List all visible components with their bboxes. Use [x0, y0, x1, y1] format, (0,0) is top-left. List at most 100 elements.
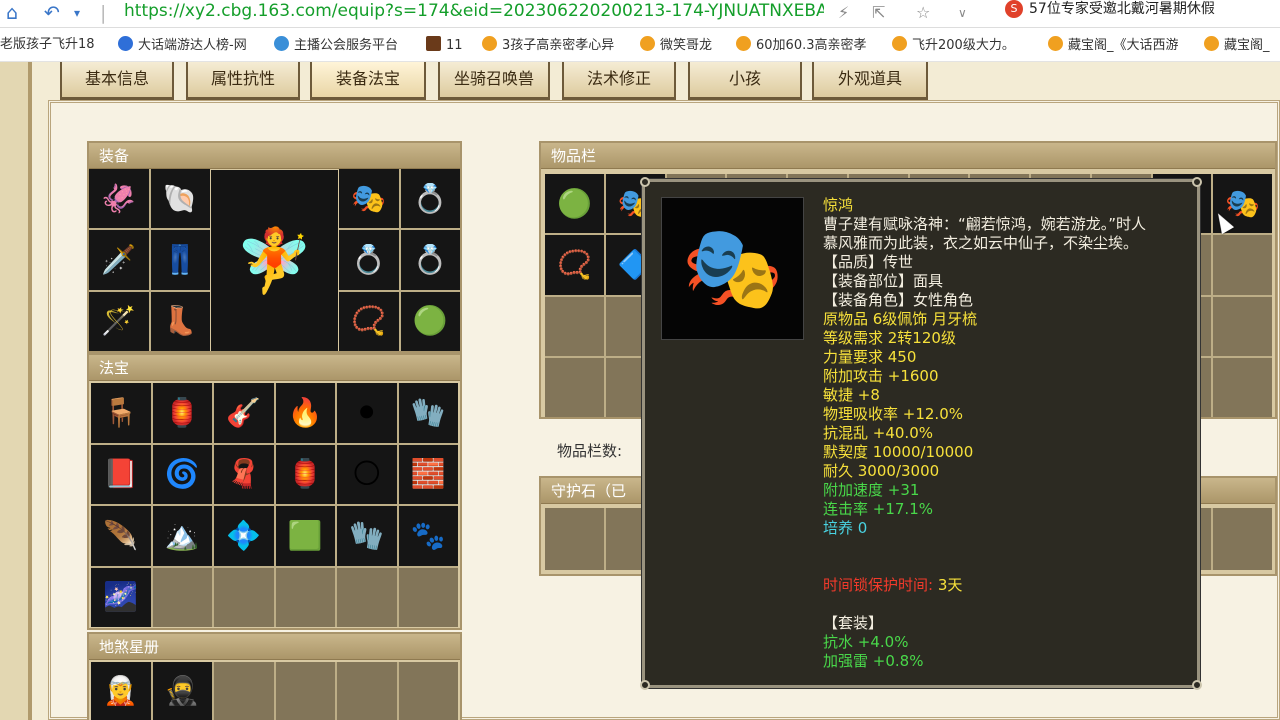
equip-slot[interactable]: 👢	[150, 291, 210, 351]
back-icon[interactable]: ↶	[44, 2, 60, 24]
treasure-slot-empty[interactable]	[214, 567, 274, 627]
bookmark-item[interactable]: 藏宝阁_	[1204, 36, 1280, 55]
treasure-icon: 🟩	[287, 518, 323, 552]
bookmark-item[interactable]: 微笑哥龙	[640, 36, 722, 55]
star-slot[interactable]: 🥷	[152, 662, 212, 720]
bookmark-label: 藏宝阁_	[1224, 38, 1270, 53]
bookmark-item[interactable]: 藏宝阁_《大话西游	[1048, 36, 1188, 55]
treasure-slot-empty[interactable]	[398, 567, 458, 627]
treasure-slot[interactable]: 🧤	[337, 506, 397, 566]
equip-icon: 🗡️	[101, 242, 137, 276]
equip-slot[interactable]: 💍	[339, 230, 399, 290]
treasure-icon: 🔥	[287, 395, 323, 429]
treasure-slot[interactable]: 🏮	[275, 444, 335, 504]
tab-mounts[interactable]: 坐骑召唤兽	[438, 62, 550, 100]
bookmark-item[interactable]: 3孩子高亲密孝心异	[482, 36, 624, 55]
treasure-slot[interactable]: 💠	[214, 506, 274, 566]
treasure-slot[interactable]: 🪶	[91, 506, 151, 566]
treasure-slot[interactable]: 🎸	[214, 383, 274, 443]
promo-link[interactable]: S 57位专家受邀北戴河暑期休假	[1005, 0, 1280, 18]
treasure-slot[interactable]: 🌕	[337, 444, 397, 504]
item-desc-line: 曹子建有赋咏洛神：“翩若惊鸿，婉若游龙。”时人	[823, 215, 1147, 233]
equip-slot[interactable]: 💍	[400, 230, 460, 290]
inventory-slot[interactable]	[545, 357, 604, 417]
inventory-icon: 🟢	[556, 186, 592, 220]
item-tooltip: 🎭 惊鸿 曹子建有赋咏洛神：“翩若惊鸿，婉若游龙。”时人 慕风雅而为此装，衣之如…	[640, 177, 1202, 690]
treasure-slot[interactable]: 🏔️	[152, 506, 212, 566]
inventory-slot[interactable]	[545, 296, 604, 356]
equip-slot[interactable]: 🟢	[400, 291, 460, 351]
inventory-slot[interactable]	[1213, 296, 1272, 356]
tab-child[interactable]: 小孩	[688, 62, 802, 100]
bookmark-label: 飞升200级大力。	[912, 38, 1015, 53]
treasure-icon: 🧤	[349, 518, 385, 552]
treasure-icon: ⚫	[355, 395, 379, 429]
tab-spell-mod[interactable]: 法术修正	[562, 62, 676, 100]
treasure-slot[interactable]: 🌀	[152, 444, 212, 504]
item-set-bonus: 抗水 +4.0%	[823, 633, 909, 651]
treasure-slot[interactable]: 🧤	[398, 383, 458, 443]
equip-slot[interactable]: 🪄	[89, 291, 149, 351]
treasure-slot[interactable]: 🔥	[275, 383, 335, 443]
item-quality: 【品质】传世	[823, 253, 914, 271]
inventory-slot[interactable]: 📿	[545, 235, 604, 295]
treasure-slot[interactable]: 🏮	[152, 383, 212, 443]
star-icon: 🧝	[103, 674, 139, 707]
tab-appearance[interactable]: 外观道具	[812, 62, 928, 100]
chevron-down-icon[interactable]: ▾	[74, 2, 80, 24]
star-slot-empty[interactable]	[398, 662, 458, 720]
bookmark-item[interactable]: 飞升200级大力。	[892, 36, 1032, 55]
equip-slot[interactable]: 🗡️	[89, 230, 149, 290]
star-slot[interactable]: 🧝	[91, 662, 151, 720]
chevron-down-icon[interactable]: ∨	[958, 3, 967, 23]
equip-slot[interactable]: 👖	[150, 230, 210, 290]
equip-slot[interactable]: 🦑	[89, 169, 149, 229]
equip-slot[interactable]: 📿	[339, 291, 399, 351]
tooltip-corner	[640, 680, 650, 690]
item-level: 等级需求 2转120级	[823, 329, 956, 347]
equip-slot[interactable]: 🎭	[339, 169, 399, 229]
treasure-slot[interactable]: ⚫	[337, 383, 397, 443]
inventory-slot[interactable]	[1213, 235, 1272, 295]
star-slot-empty[interactable]	[214, 662, 274, 720]
tab-attributes[interactable]: 属性抗性	[186, 62, 300, 100]
treasure-slot[interactable]: 🧣	[214, 444, 274, 504]
treasure-slot[interactable]: 🌌	[91, 567, 151, 627]
treasure-slot-empty[interactable]	[152, 567, 212, 627]
timelock-value: 3天	[937, 576, 963, 594]
treasure-slot[interactable]: 🧱	[398, 444, 458, 504]
bookmark-item[interactable]: 11	[426, 36, 472, 55]
left-border	[0, 62, 32, 720]
url-field[interactable]: https://xy2.cbg.163.com/equip?s=174&eid=…	[124, 0, 824, 24]
treasure-slot-empty[interactable]	[275, 567, 335, 627]
tab-basic-info[interactable]: 基本信息	[60, 62, 174, 100]
star-icon[interactable]: ☆	[916, 3, 930, 23]
guardian-slot[interactable]	[545, 508, 604, 570]
search-engine-icon: S	[1005, 0, 1023, 18]
inventory-slot[interactable]: 🟢	[545, 174, 604, 234]
treasure-icon: 🌌	[103, 580, 139, 614]
share-icon[interactable]: ⇱	[872, 3, 885, 23]
browser-address-bar: ⌂ ↶ ▾ | https://xy2.cbg.163.com/equip?s=…	[0, 0, 1280, 28]
tab-equipment[interactable]: 装备法宝	[310, 62, 426, 100]
lightning-icon[interactable]: ⚡	[838, 3, 849, 23]
equip-slot[interactable]: 🐚	[150, 169, 210, 229]
bookmark-icon	[482, 36, 497, 51]
treasure-slot[interactable]: 🪑	[91, 383, 151, 443]
treasure-slot[interactable]: 🟩	[275, 506, 335, 566]
bookmark-item[interactable]: 大话端游达人榜-网	[118, 36, 258, 55]
bookmark-item[interactable]: 老版孩子飞升18	[0, 36, 102, 54]
treasure-slot-empty[interactable]	[337, 567, 397, 627]
treasure-slot[interactable]: 📕	[91, 444, 151, 504]
inventory-slot[interactable]	[1213, 357, 1272, 417]
star-slot-empty[interactable]	[337, 662, 397, 720]
star-slot-empty[interactable]	[275, 662, 335, 720]
guardian-slot[interactable]	[1213, 508, 1272, 570]
bookmark-item[interactable]: 主播公会服务平台	[274, 36, 416, 55]
bookmark-item[interactable]: 60加60.3高亲密孝	[736, 36, 876, 55]
item-anti-chaos: 抗混乱 +40.0%	[823, 424, 933, 442]
bookmark-icon	[892, 36, 907, 51]
equip-slot[interactable]: 💍	[400, 169, 460, 229]
home-icon[interactable]: ⌂	[6, 2, 18, 24]
treasure-slot[interactable]: 🐾	[398, 506, 458, 566]
